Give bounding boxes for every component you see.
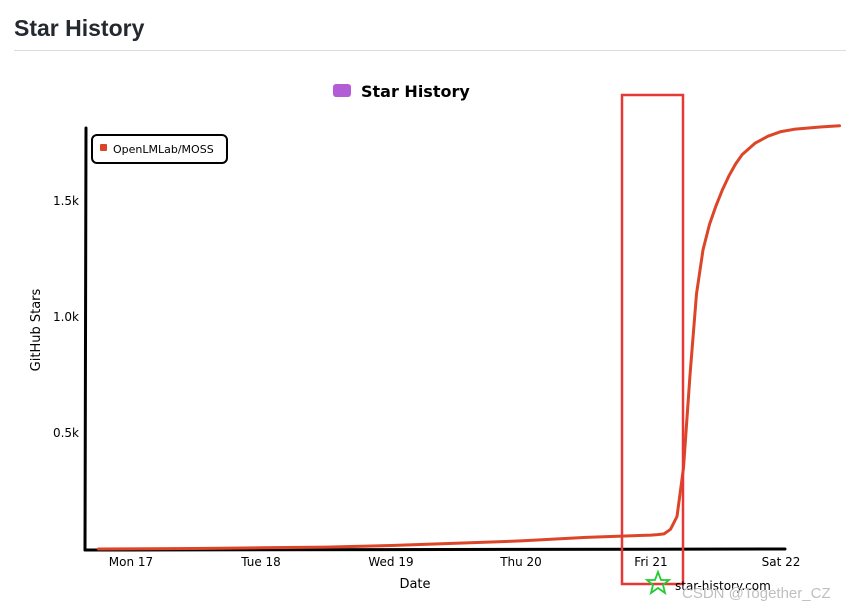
series-line <box>97 124 841 551</box>
y-tick-label: 1.5k <box>53 194 79 208</box>
chart-title: Star History <box>361 82 470 101</box>
x-tick-labels: Mon 17 Tue 18 Wed 19 Thu 20 Fri 21 Sat 22 <box>109 555 801 569</box>
star-icon <box>644 569 672 596</box>
watermark: CSDN @Together_CZ <box>682 585 831 602</box>
x-tick-label: Mon 17 <box>109 555 153 569</box>
legend-swatch <box>100 144 107 151</box>
x-tick-label: Tue 18 <box>240 555 281 569</box>
x-tick-label: Thu 20 <box>499 555 542 569</box>
series-lines <box>97 124 841 551</box>
y-axis-label: GitHub Stars <box>29 288 44 371</box>
y-axis <box>83 126 88 552</box>
y-tick-labels: 0.5k 1.0k 1.5k <box>53 194 79 440</box>
x-axis-label: Date <box>399 577 430 592</box>
x-tick-label: Wed 19 <box>368 555 413 569</box>
y-tick-label: 0.5k <box>53 426 79 440</box>
star-history-chart: Star History GitHub Stars Date 0.5k 1.0k 1… <box>29 82 841 596</box>
title-legend-swatch <box>333 84 351 97</box>
x-tick-label: Fri 21 <box>634 555 667 569</box>
legend: OpenLMLab/MOSS <box>91 134 228 164</box>
x-tick-label: Sat 22 <box>762 555 801 569</box>
highlight-box <box>620 93 685 586</box>
legend-label: OpenLMLab/MOSS <box>113 143 214 156</box>
y-tick-label: 1.0k <box>53 310 79 324</box>
